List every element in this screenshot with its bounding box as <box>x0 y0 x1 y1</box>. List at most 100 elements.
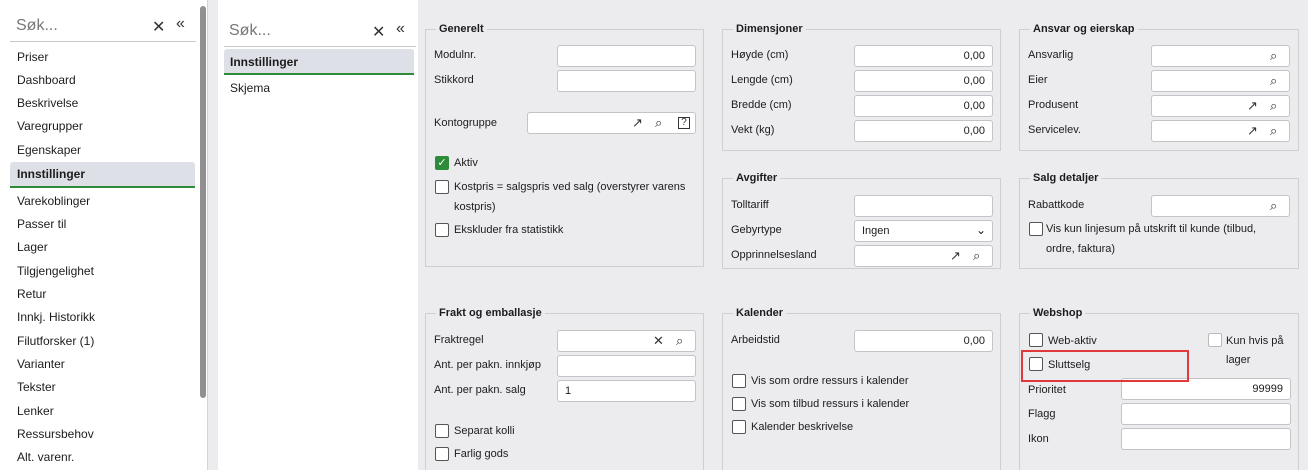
search-icon[interactable]: ⌕ <box>1270 198 1277 214</box>
nav-item-innkj-historikk[interactable]: Innkj. Historikk <box>17 310 95 324</box>
nav-item-priser[interactable]: Priser <box>17 50 48 64</box>
clear-icon[interactable]: ✕ <box>152 17 165 37</box>
bredde-input[interactable]: 0,00 <box>854 95 993 117</box>
nav-item-retur[interactable]: Retur <box>17 287 46 301</box>
separat-kolli-checkbox[interactable] <box>435 424 449 438</box>
produsent-input[interactable]: ↗ ⌕ <box>1151 95 1290 117</box>
sub-nav-item-skjema[interactable]: Skjema <box>230 81 270 95</box>
nav-item-tekster[interactable]: Tekster <box>17 380 56 394</box>
separat-kolli-label: Separat kolli <box>454 425 515 437</box>
vis-linjesum-checkbox[interactable] <box>1029 222 1043 236</box>
ansvar-panel: Ansvar og eierskap Ansvarlig ⌕ Eier ⌕ Pr… <box>1019 23 1299 151</box>
search-icon[interactable]: ⌕ <box>676 333 683 349</box>
nav-item-ressursbehov[interactable]: Ressursbehov <box>17 427 94 441</box>
dimensjoner-panel: Dimensjoner Høyde (cm) 0,00 Lengde (cm) … <box>722 23 1001 151</box>
open-external-icon[interactable]: ↗ <box>1247 123 1258 139</box>
clear-icon[interactable]: ✕ <box>653 333 664 349</box>
salg-detaljer-panel: Salg detaljer Rabattkode ⌕ Vis kun linje… <box>1019 172 1299 269</box>
nav-item-lager[interactable]: Lager <box>17 240 48 254</box>
avgifter-panel: Avgifter Tolltariff Gebyrtype Ingen ⌄ Opp… <box>722 172 1001 269</box>
search-icon[interactable]: ⌕ <box>1270 48 1277 64</box>
nav-item-varegrupper[interactable]: Varegrupper <box>17 119 83 133</box>
search-icon[interactable]: ⌕ <box>1270 73 1277 89</box>
open-external-icon[interactable]: ↗ <box>950 248 961 264</box>
collapse-icon[interactable]: « <box>176 15 185 33</box>
collapse-icon[interactable]: « <box>396 20 405 38</box>
search-icon[interactable]: ⌕ <box>655 115 662 131</box>
nav-item-innstillinger[interactable]: Innstillinger <box>17 167 85 181</box>
help-icon[interactable]: ? <box>678 117 690 129</box>
servicelev-label: Servicelev. <box>1028 124 1081 136</box>
nav-item-alt-varenr[interactable]: Alt. varenr. <box>17 450 74 464</box>
open-external-icon[interactable]: ↗ <box>1247 98 1258 114</box>
tolltariff-input[interactable] <box>854 195 993 217</box>
search-icon[interactable]: ⌕ <box>973 248 980 264</box>
tolltariff-label: Tolltariff <box>731 199 769 211</box>
hoyde-label: Høyde (cm) <box>731 49 789 61</box>
sub-nav-search[interactable]: Søk... ✕ « <box>224 17 416 47</box>
salg-pakn-input[interactable]: 1 <box>557 380 696 402</box>
gebyrtype-value: Ingen <box>862 225 890 237</box>
sub-nav-item-innstillinger[interactable]: Innstillinger <box>230 55 298 69</box>
opprinnelsesland-input[interactable]: ↗ ⌕ <box>854 245 993 267</box>
nav-item-passer-til[interactable]: Passer til <box>17 217 66 231</box>
nav-item-lenker[interactable]: Lenker <box>17 404 54 418</box>
ikon-input[interactable] <box>1121 428 1291 450</box>
modulnr-input[interactable] <box>557 45 696 67</box>
opprinnelsesland-label: Opprinnelsesland <box>731 249 817 261</box>
vekt-label: Vekt (kg) <box>731 124 775 136</box>
eier-input[interactable]: ⌕ <box>1151 70 1290 92</box>
fraktregel-input[interactable]: ✕ ⌕ <box>557 330 696 352</box>
clear-icon[interactable]: ✕ <box>372 22 385 42</box>
panel-title: Frakt og emballasje <box>436 307 545 319</box>
rabattkode-input[interactable]: ⌕ <box>1151 195 1290 217</box>
nav-item-filutforsker[interactable]: Filutforsker (1) <box>17 334 94 348</box>
ansvarlig-input[interactable]: ⌕ <box>1151 45 1290 67</box>
aktiv-checkbox[interactable]: ✓ <box>435 156 449 170</box>
nav-item-tilgjengelighet[interactable]: Tilgjengelighet <box>17 264 94 278</box>
farlig-gods-checkbox[interactable] <box>435 447 449 461</box>
kostpris-label-line1: Kostpris = salgspris ved salg (overstyre… <box>454 181 686 193</box>
nav-item-beskrivelse[interactable]: Beskrivelse <box>17 96 78 110</box>
search-icon[interactable]: ⌕ <box>1270 98 1277 114</box>
tilbud-ressurs-checkbox[interactable] <box>732 397 746 411</box>
ordre-ressurs-label: Vis som ordre ressurs i kalender <box>751 375 909 387</box>
left-nav-search-input[interactable]: Søk... <box>16 17 58 35</box>
web-aktiv-label: Web-aktiv <box>1048 335 1097 347</box>
arbeidstid-label: Arbeidstid <box>731 334 780 346</box>
hoyde-input[interactable]: 0,00 <box>854 45 993 67</box>
web-aktiv-checkbox[interactable] <box>1029 333 1043 347</box>
kun-lager-checkbox[interactable] <box>1208 333 1222 347</box>
arbeidstid-input[interactable]: 0,00 <box>854 330 993 352</box>
servicelev-input[interactable]: ↗ ⌕ <box>1151 120 1290 142</box>
nav-item-varekoblinger[interactable]: Varekoblinger <box>17 194 90 208</box>
kontogruppe-label: Kontogruppe <box>434 117 497 129</box>
vekt-input[interactable]: 0,00 <box>854 120 993 142</box>
lengde-input[interactable]: 0,00 <box>854 70 993 92</box>
open-external-icon[interactable]: ↗ <box>632 115 643 131</box>
search-icon[interactable]: ⌕ <box>1270 123 1277 139</box>
eier-label: Eier <box>1028 74 1048 86</box>
gebyrtype-select[interactable]: Ingen ⌄ <box>854 220 993 242</box>
ordre-ressurs-checkbox[interactable] <box>732 374 746 388</box>
panel-title: Generelt <box>436 23 487 35</box>
arbeidstid-value: 0,00 <box>963 335 985 347</box>
left-nav-search[interactable]: Søk... ✕ « <box>10 12 196 42</box>
sub-nav-search-input[interactable]: Søk... <box>229 22 271 40</box>
ekskluder-checkbox[interactable] <box>435 223 449 237</box>
stikkord-label: Stikkord <box>434 74 474 86</box>
kalender-beskrivelse-checkbox[interactable] <box>732 420 746 434</box>
kontogruppe-input[interactable]: ↗ ⌕ ? <box>527 112 696 134</box>
flagg-label: Flagg <box>1028 408 1056 420</box>
nav-item-varianter[interactable]: Varianter <box>17 357 65 371</box>
innkjop-input[interactable] <box>557 355 696 377</box>
stikkord-input[interactable] <box>557 70 696 92</box>
kostpris-checkbox[interactable] <box>435 180 449 194</box>
tilbud-ressurs-label: Vis som tilbud ressurs i kalender <box>751 398 910 410</box>
panel-title: Avgifter <box>733 172 781 184</box>
nav-item-dashboard[interactable]: Dashboard <box>17 73 76 87</box>
left-nav-scrollbar[interactable] <box>200 6 206 398</box>
flagg-input[interactable] <box>1121 403 1291 425</box>
nav-item-egenskaper[interactable]: Egenskaper <box>17 143 81 157</box>
kun-lager-label-line2: lager <box>1226 354 1251 366</box>
